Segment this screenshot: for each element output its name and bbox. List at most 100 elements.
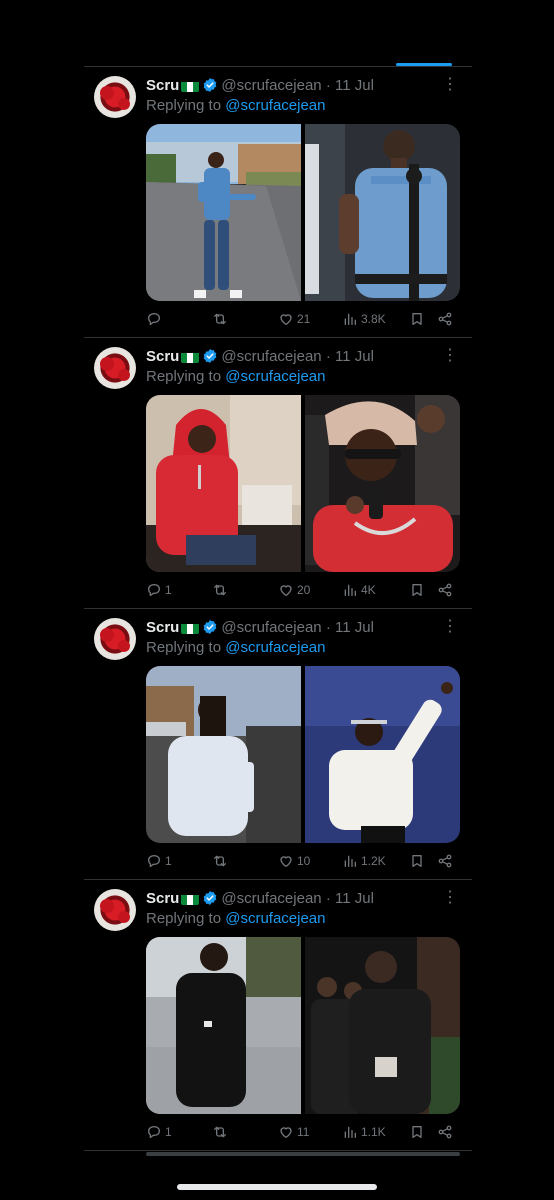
tweet[interactable]: Scru @scrufacejean · 11 Jul ⋮ Replying to… xyxy=(84,337,472,608)
next-media-edge xyxy=(146,1152,460,1156)
share-button[interactable] xyxy=(437,310,453,328)
tweet[interactable]: Scru @scrufacejean · 11 Jul ⋮ Replying to… xyxy=(84,879,472,1150)
views-button[interactable]: 3.8K xyxy=(342,310,386,328)
reply-button[interactable] xyxy=(146,310,165,328)
bookmark-button[interactable] xyxy=(409,852,425,870)
views-button[interactable]: 4K xyxy=(342,581,376,599)
man-in-black-outfit-with-group-photo[interactable] xyxy=(305,937,460,1114)
bookmark-button[interactable] xyxy=(409,581,425,599)
nigeria-flag-icon xyxy=(181,893,200,905)
verified-badge-icon xyxy=(204,349,217,363)
person-in-blue-shirt-on-street-photo[interactable] xyxy=(146,124,301,301)
like-button[interactable]: 10 xyxy=(278,852,310,870)
views-button[interactable]: 1.1K xyxy=(342,1123,386,1141)
user-handle[interactable]: @scrufacejean xyxy=(221,890,321,907)
retweet-icon xyxy=(214,313,226,325)
replying-to-label: Replying to xyxy=(146,368,226,385)
reply-icon xyxy=(148,313,160,326)
share-icon xyxy=(438,1125,452,1139)
person-in-red-hoodie-crouching-photo[interactable] xyxy=(146,395,301,572)
performer-in-white-shirt-raising-arm-photo[interactable] xyxy=(305,666,460,843)
separator-dot: · xyxy=(325,77,331,94)
display-name[interactable]: Scru xyxy=(146,348,179,365)
like-button[interactable]: 11 xyxy=(278,1123,309,1141)
tweet-actions: 21 3.8K xyxy=(146,310,460,328)
mention-link[interactable]: @scrufacejean xyxy=(225,97,325,114)
replying-to-label: Replying to xyxy=(146,97,226,114)
views-button[interactable]: 1.2K xyxy=(342,852,386,870)
person-in-black-outfit-on-street-photo[interactable] xyxy=(146,937,301,1114)
retweet-button[interactable] xyxy=(212,310,231,328)
mention-link[interactable]: @scrufacejean xyxy=(225,639,325,656)
nigeria-flag-icon xyxy=(181,351,200,363)
retweet-button[interactable] xyxy=(212,1123,231,1141)
tweet[interactable]: Scru @scrufacejean · 11 Jul ⋮ Replying to… xyxy=(84,66,472,337)
more-options-icon[interactable]: ⋮ xyxy=(442,889,458,909)
share-button[interactable] xyxy=(437,581,453,599)
reply-button[interactable]: 1 xyxy=(146,1123,172,1141)
nigeria-flag-icon xyxy=(181,622,200,634)
avatar[interactable] xyxy=(94,618,136,660)
like-count: 11 xyxy=(297,1125,310,1139)
share-button[interactable] xyxy=(437,852,453,870)
performer-in-red-hoodie-with-microphone-photo[interactable] xyxy=(305,395,460,572)
display-name[interactable]: Scru xyxy=(146,619,179,636)
user-handle[interactable]: @scrufacejean xyxy=(221,348,321,365)
user-handle[interactable]: @scrufacejean xyxy=(221,77,321,94)
share-icon xyxy=(438,854,452,868)
retweet-button[interactable] xyxy=(212,852,231,870)
performer-in-blue-shirt-with-microphone-photo[interactable] xyxy=(305,124,460,301)
more-options-icon[interactable]: ⋮ xyxy=(442,76,458,96)
view-count: 4K xyxy=(361,583,376,597)
verified-badge-icon xyxy=(204,78,217,92)
view-count: 1.1K xyxy=(361,1125,386,1139)
mention-link[interactable]: @scrufacejean xyxy=(225,368,325,385)
retweet-icon xyxy=(214,855,226,867)
timestamp[interactable]: 11 Jul xyxy=(335,619,374,636)
reply-icon xyxy=(148,855,160,868)
person-in-white-shirt-outdoors-photo[interactable] xyxy=(146,666,301,843)
tweet-header: Scru @scrufacejean · 11 Jul xyxy=(146,889,374,909)
avatar[interactable] xyxy=(94,76,136,118)
tweet-header: Scru @scrufacejean · 11 Jul xyxy=(146,347,374,367)
share-button[interactable] xyxy=(437,1123,453,1141)
retweet-button[interactable] xyxy=(212,581,231,599)
bookmark-icon xyxy=(412,313,422,325)
tweet-actions: 1 11 1.1K xyxy=(146,1123,460,1141)
reply-button[interactable]: 1 xyxy=(146,581,172,599)
bookmark-button[interactable] xyxy=(409,1123,425,1141)
reply-button[interactable]: 1 xyxy=(146,852,172,870)
tweet[interactable]: Scru @scrufacejean · 11 Jul ⋮ Replying to… xyxy=(84,608,472,879)
timestamp[interactable]: 11 Jul xyxy=(335,348,374,365)
separator-dot: · xyxy=(325,619,331,636)
verified-badge-icon xyxy=(204,891,217,905)
share-icon xyxy=(438,583,452,597)
timestamp[interactable]: 11 Jul xyxy=(335,890,374,907)
avatar[interactable] xyxy=(94,889,136,931)
display-name[interactable]: Scru xyxy=(146,890,179,907)
like-button[interactable]: 21 xyxy=(278,310,310,328)
heart-icon xyxy=(280,1127,292,1138)
like-button[interactable]: 20 xyxy=(278,581,310,599)
user-handle[interactable]: @scrufacejean xyxy=(221,619,321,636)
avatar[interactable] xyxy=(94,347,136,389)
separator-dot: · xyxy=(325,348,331,365)
views-chart-icon xyxy=(344,855,356,867)
bookmark-button[interactable] xyxy=(409,310,425,328)
views-chart-icon xyxy=(344,313,356,325)
mention-link[interactable]: @scrufacejean xyxy=(225,910,325,927)
home-indicator[interactable] xyxy=(177,1184,377,1190)
divider xyxy=(84,1150,472,1151)
timestamp[interactable]: 11 Jul xyxy=(335,77,374,94)
verified-badge-icon xyxy=(204,620,217,634)
reply-icon xyxy=(148,1126,160,1139)
reply-count: 1 xyxy=(165,854,172,868)
more-options-icon[interactable]: ⋮ xyxy=(442,347,458,367)
view-count: 3.8K xyxy=(361,312,386,326)
tweet-header: Scru @scrufacejean · 11 Jul xyxy=(146,76,374,96)
bookmark-icon xyxy=(412,584,422,596)
media-grid xyxy=(146,395,460,572)
more-options-icon[interactable]: ⋮ xyxy=(442,618,458,638)
display-name[interactable]: Scru xyxy=(146,77,179,94)
screen: Scru @scrufacejean · 11 Jul ⋮ Replying to… xyxy=(0,0,554,1200)
